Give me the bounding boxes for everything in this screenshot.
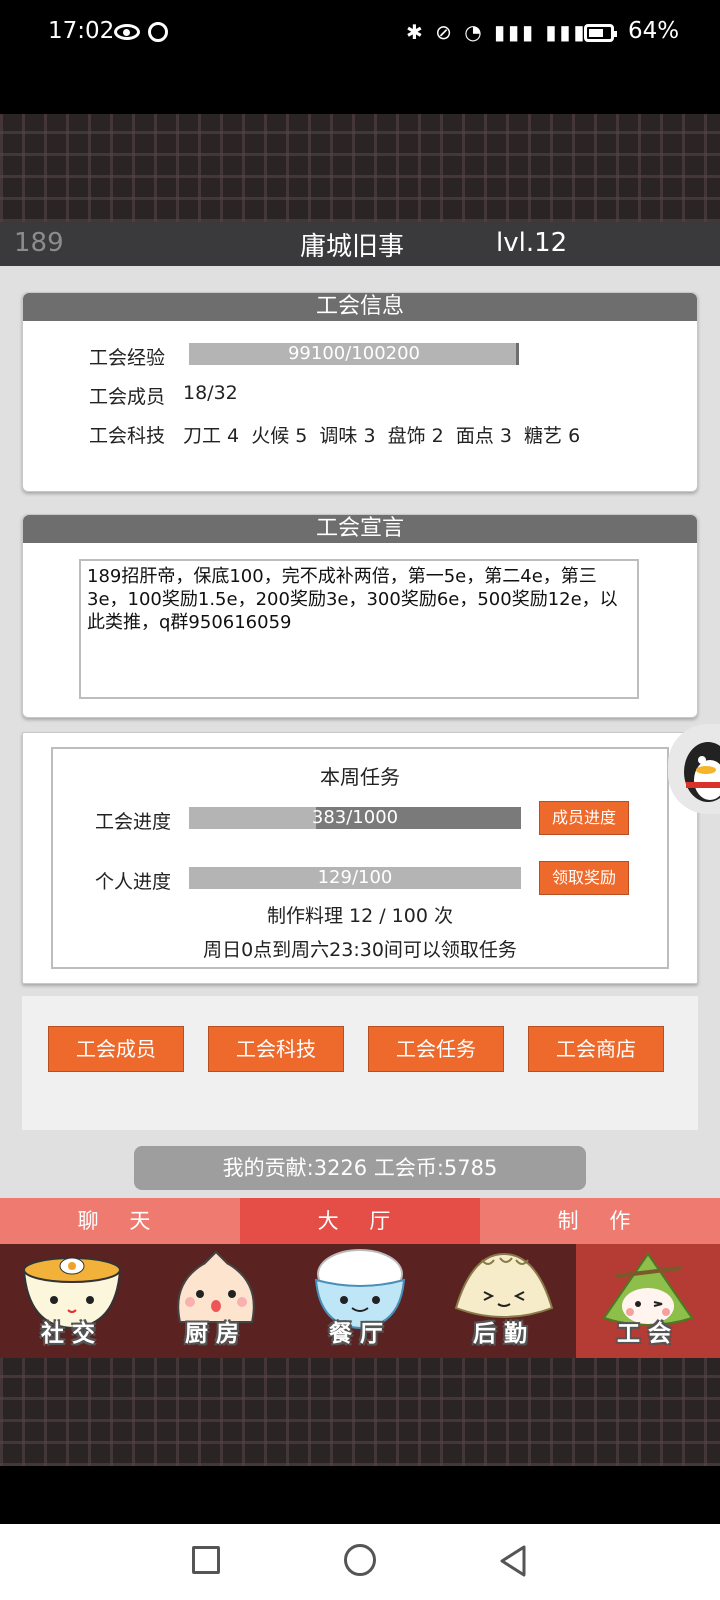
nav-item-social[interactable]: 社交	[0, 1244, 144, 1358]
exp-bar: 99100/100200	[189, 343, 519, 365]
back-icon[interactable]	[498, 1544, 528, 1578]
tab-make[interactable]: 制 作	[480, 1198, 720, 1244]
server-id: 189	[14, 228, 64, 258]
guild-info-panel: 工会信息 工会经验 99100/100200 工会成员 18/32 工会科技 刀…	[22, 292, 698, 492]
declaration-title: 工会宣言	[23, 515, 697, 543]
eye-icon	[114, 24, 140, 40]
battery-percent: 64%	[628, 18, 680, 44]
exp-label: 工会经验	[89, 347, 166, 369]
recents-icon[interactable]	[192, 1546, 220, 1574]
guild-tech-button[interactable]: 工会科技	[208, 1026, 344, 1072]
guild-progress-bar: 383/1000	[189, 807, 521, 829]
claim-reward-button[interactable]: 领取奖励	[539, 861, 629, 895]
declaration-text[interactable]: 189招肝帝，保底100，完不成补两倍，第一5e，第二4e，第三3e，100奖励…	[79, 559, 639, 699]
nav-item-restaurant[interactable]: 餐厅	[288, 1244, 432, 1358]
tab-lobby[interactable]: 大 厅	[240, 1198, 480, 1244]
nav-label-social: 社交	[41, 1321, 103, 1347]
declaration-panel: 工会宣言 189招肝帝，保底100，完不成补两倍，第一5e，第二4e，第三3e，…	[22, 514, 698, 718]
personal-progress-value: 129/100	[317, 867, 393, 888]
task-time-note: 周日0点到周六23:30间可以领取任务	[203, 939, 517, 961]
cooking-count: 制作料理 12 / 100 次	[266, 905, 453, 927]
members-value: 18/32	[183, 382, 238, 404]
guild-members-button[interactable]: 工会成员	[48, 1026, 184, 1072]
bottom-black-band	[0, 1466, 720, 1524]
status-time: 17:02	[48, 18, 115, 44]
guild-name: 庸城旧事	[300, 232, 405, 262]
nav-label-guild: 工会	[617, 1321, 679, 1347]
member-progress-button[interactable]: 成员进度	[539, 801, 629, 835]
nav-label-restaurant: 餐厅	[329, 1321, 391, 1347]
guild-progress-label: 工会进度	[95, 811, 172, 833]
battery-icon	[584, 24, 617, 42]
nav-label-logistics: 后勤	[473, 1321, 535, 1347]
nav-label-kitchen: 厨房	[185, 1321, 247, 1347]
guild-progress-value: 383/1000	[311, 807, 399, 828]
guild-tasks-button[interactable]: 工会任务	[368, 1026, 504, 1072]
guild-action-bar: 工会成员 工会科技 工会任务 工会商店	[22, 996, 698, 1130]
exp-value: 99100/100200	[287, 343, 421, 364]
contribution-bar: 我的贡献:3226 工会币:5785	[134, 1146, 586, 1190]
home-icon[interactable]	[344, 1544, 376, 1576]
tab-chat[interactable]: 聊 天	[0, 1198, 240, 1244]
members-label: 工会成员	[89, 386, 166, 408]
bottom-nav: 社交 厨房 餐厅 后勤 工会	[0, 1244, 720, 1358]
guild-level: lvl.12	[496, 228, 568, 258]
system-nav-bar	[0, 1524, 720, 1600]
decorative-pattern-top	[0, 114, 720, 222]
network-icons: ✱ ⊘ ◔ ▮▮▮ ▮▮▮	[406, 20, 588, 44]
personal-progress-bar: 129/100	[189, 867, 521, 889]
guild-shop-button[interactable]: 工会商店	[528, 1026, 664, 1072]
weekly-task-panel: 本周任务 工会进度 383/1000 成员进度 个人进度 129/100 领取奖…	[22, 732, 698, 984]
decorative-pattern-bottom	[0, 1358, 720, 1466]
status-bar: 17:02 ✱ ⊘ ◔ ▮▮▮ ▮▮▮ 64%	[0, 0, 720, 114]
nav-item-logistics[interactable]: 后勤	[432, 1244, 576, 1358]
weekly-task-box: 本周任务 工会进度 383/1000 成员进度 个人进度 129/100 领取奖…	[51, 747, 669, 969]
guild-info-title: 工会信息	[23, 293, 697, 321]
alarm-icon	[148, 22, 168, 42]
nav-item-kitchen[interactable]: 厨房	[144, 1244, 288, 1358]
chat-tabs: 聊 天 大 厅 制 作	[0, 1198, 720, 1244]
nav-item-guild[interactable]: 工会	[576, 1244, 720, 1358]
personal-progress-label: 个人进度	[95, 871, 172, 893]
tech-label: 工会科技	[89, 425, 166, 447]
tech-value: 刀工 4 火候 5 调味 3 盘饰 2 面点 3 糖艺 6	[183, 425, 581, 447]
exp-bar-end	[516, 343, 519, 365]
guild-header: 189 庸城旧事 lvl.12	[0, 222, 720, 266]
weekly-task-title: 本周任务	[320, 765, 400, 789]
